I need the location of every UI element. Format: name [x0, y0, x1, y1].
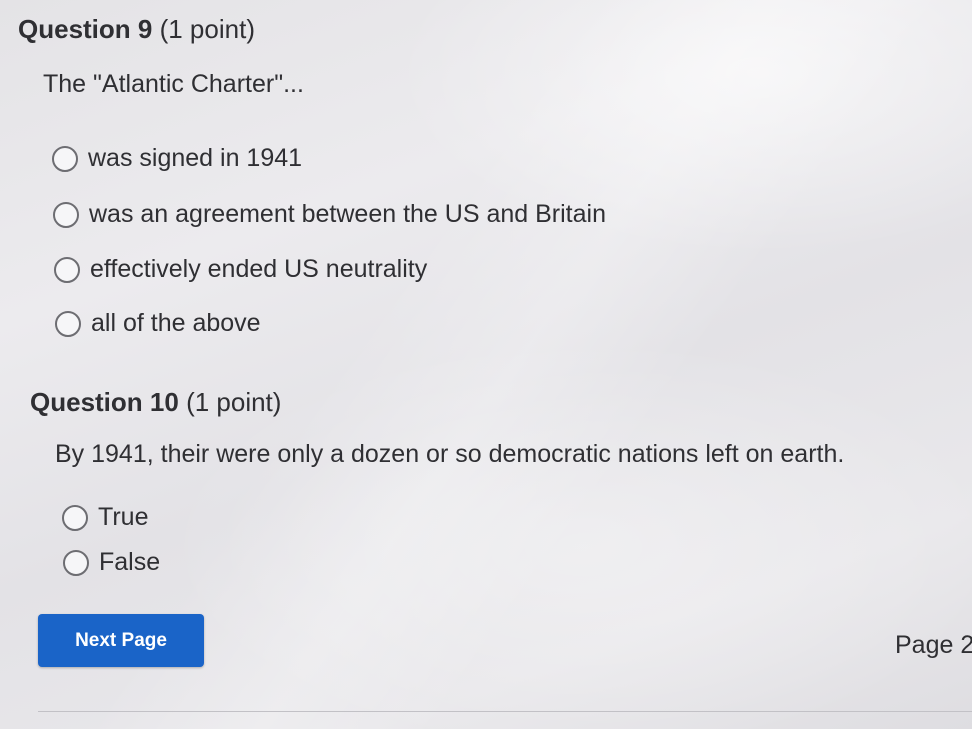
q9-option-1[interactable]: was signed in 1941 [52, 144, 302, 173]
option-label: effectively ended US neutrality [90, 255, 428, 283]
radio-button-icon[interactable] [62, 504, 88, 531]
question-number: Question 9 [18, 14, 153, 44]
next-page-button[interactable]: Next Page [38, 614, 204, 667]
question-points: (1 point) [186, 387, 282, 417]
q9-option-4[interactable]: all of the above [55, 309, 261, 338]
question-9-text: The "Atlantic Charter"... [43, 70, 304, 98]
option-label: True [98, 503, 149, 531]
q10-option-false[interactable]: False [63, 548, 160, 577]
radio-button-icon[interactable] [53, 201, 79, 228]
page-indicator: Page 2 [895, 631, 972, 659]
radio-button-icon[interactable] [63, 549, 89, 576]
question-points: (1 point) [159, 14, 255, 44]
radio-button-icon[interactable] [54, 256, 80, 283]
radio-button-icon[interactable] [52, 145, 78, 172]
question-10-title: Question 10 (1 point) [30, 387, 281, 418]
option-label: all of the above [91, 309, 261, 337]
question-number: Question 10 [30, 387, 179, 417]
q10-option-true[interactable]: True [62, 503, 148, 532]
option-label: was signed in 1941 [88, 144, 303, 172]
question-10-text: By 1941, their were only a dozen or so d… [55, 440, 845, 468]
radio-button-icon[interactable] [55, 310, 81, 337]
option-label: False [99, 548, 161, 576]
q9-option-3[interactable]: effectively ended US neutrality [54, 255, 427, 284]
q9-option-2[interactable]: was an agreement between the US and Brit… [53, 200, 606, 229]
question-9-title: Question 9 (1 point) [18, 14, 255, 45]
divider [38, 711, 972, 712]
option-label: was an agreement between the US and Brit… [89, 200, 606, 228]
